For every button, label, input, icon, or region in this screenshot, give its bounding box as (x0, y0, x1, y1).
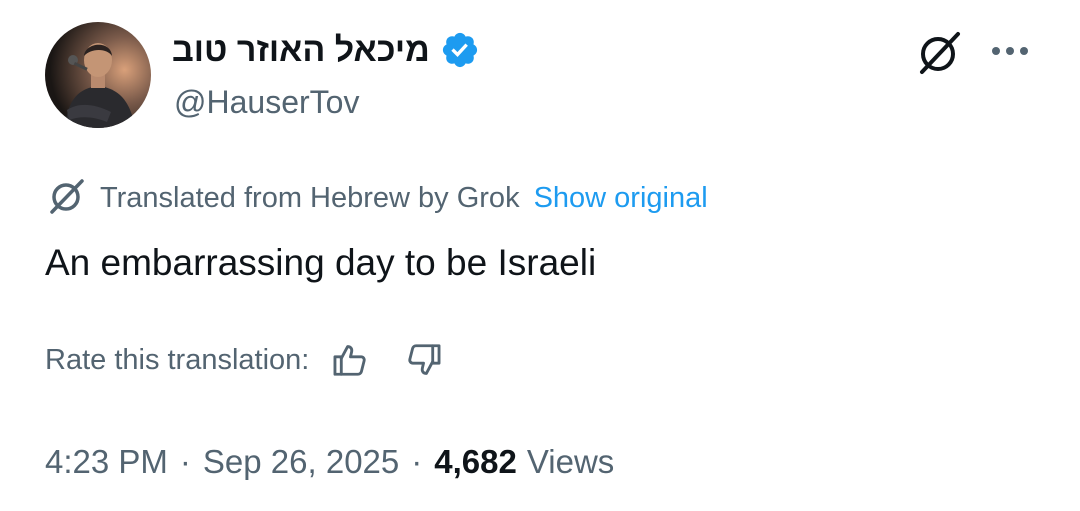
avatar[interactable] (45, 22, 151, 128)
meta-separator: · (179, 443, 191, 480)
tweet-meta: 4:23 PM · Sep 26, 2025 · 4,682 Views (45, 440, 614, 484)
tweet-time[interactable]: 4:23 PM (45, 443, 168, 481)
grok-icon[interactable] (914, 30, 964, 76)
meta-separator: · (411, 443, 423, 480)
thumbs-down-icon[interactable] (405, 341, 443, 379)
translation-label: Translated from Hebrew by Grok (100, 181, 520, 214)
author-name-row: מיכאל האוזר טוב (172, 28, 480, 72)
show-original-link[interactable]: Show original (534, 182, 708, 215)
rate-translation-label: Rate this translation: (45, 343, 310, 376)
grok-icon (46, 177, 86, 220)
tweet-date[interactable]: Sep 26, 2025 (203, 443, 399, 481)
display-name[interactable]: מיכאל האוזר טוב (172, 33, 430, 67)
translation-notice: Translated from Hebrew by Grok Show orig… (46, 178, 708, 218)
thumbs-up-icon[interactable] (331, 341, 369, 379)
author-handle[interactable]: @HauserTov (174, 86, 359, 118)
views-label: Views (526, 443, 615, 480)
views-count: 4,682 (434, 443, 517, 480)
more-horizontal-icon[interactable] (986, 34, 1034, 68)
rate-translation-row: Rate this translation: (45, 338, 443, 382)
tweet-text: An embarrassing day to be Israeli (45, 242, 597, 283)
tweet-detail: מיכאל האוזר טוב @HauserTov Translated fr… (0, 0, 1080, 511)
verified-badge-icon[interactable] (440, 30, 480, 70)
